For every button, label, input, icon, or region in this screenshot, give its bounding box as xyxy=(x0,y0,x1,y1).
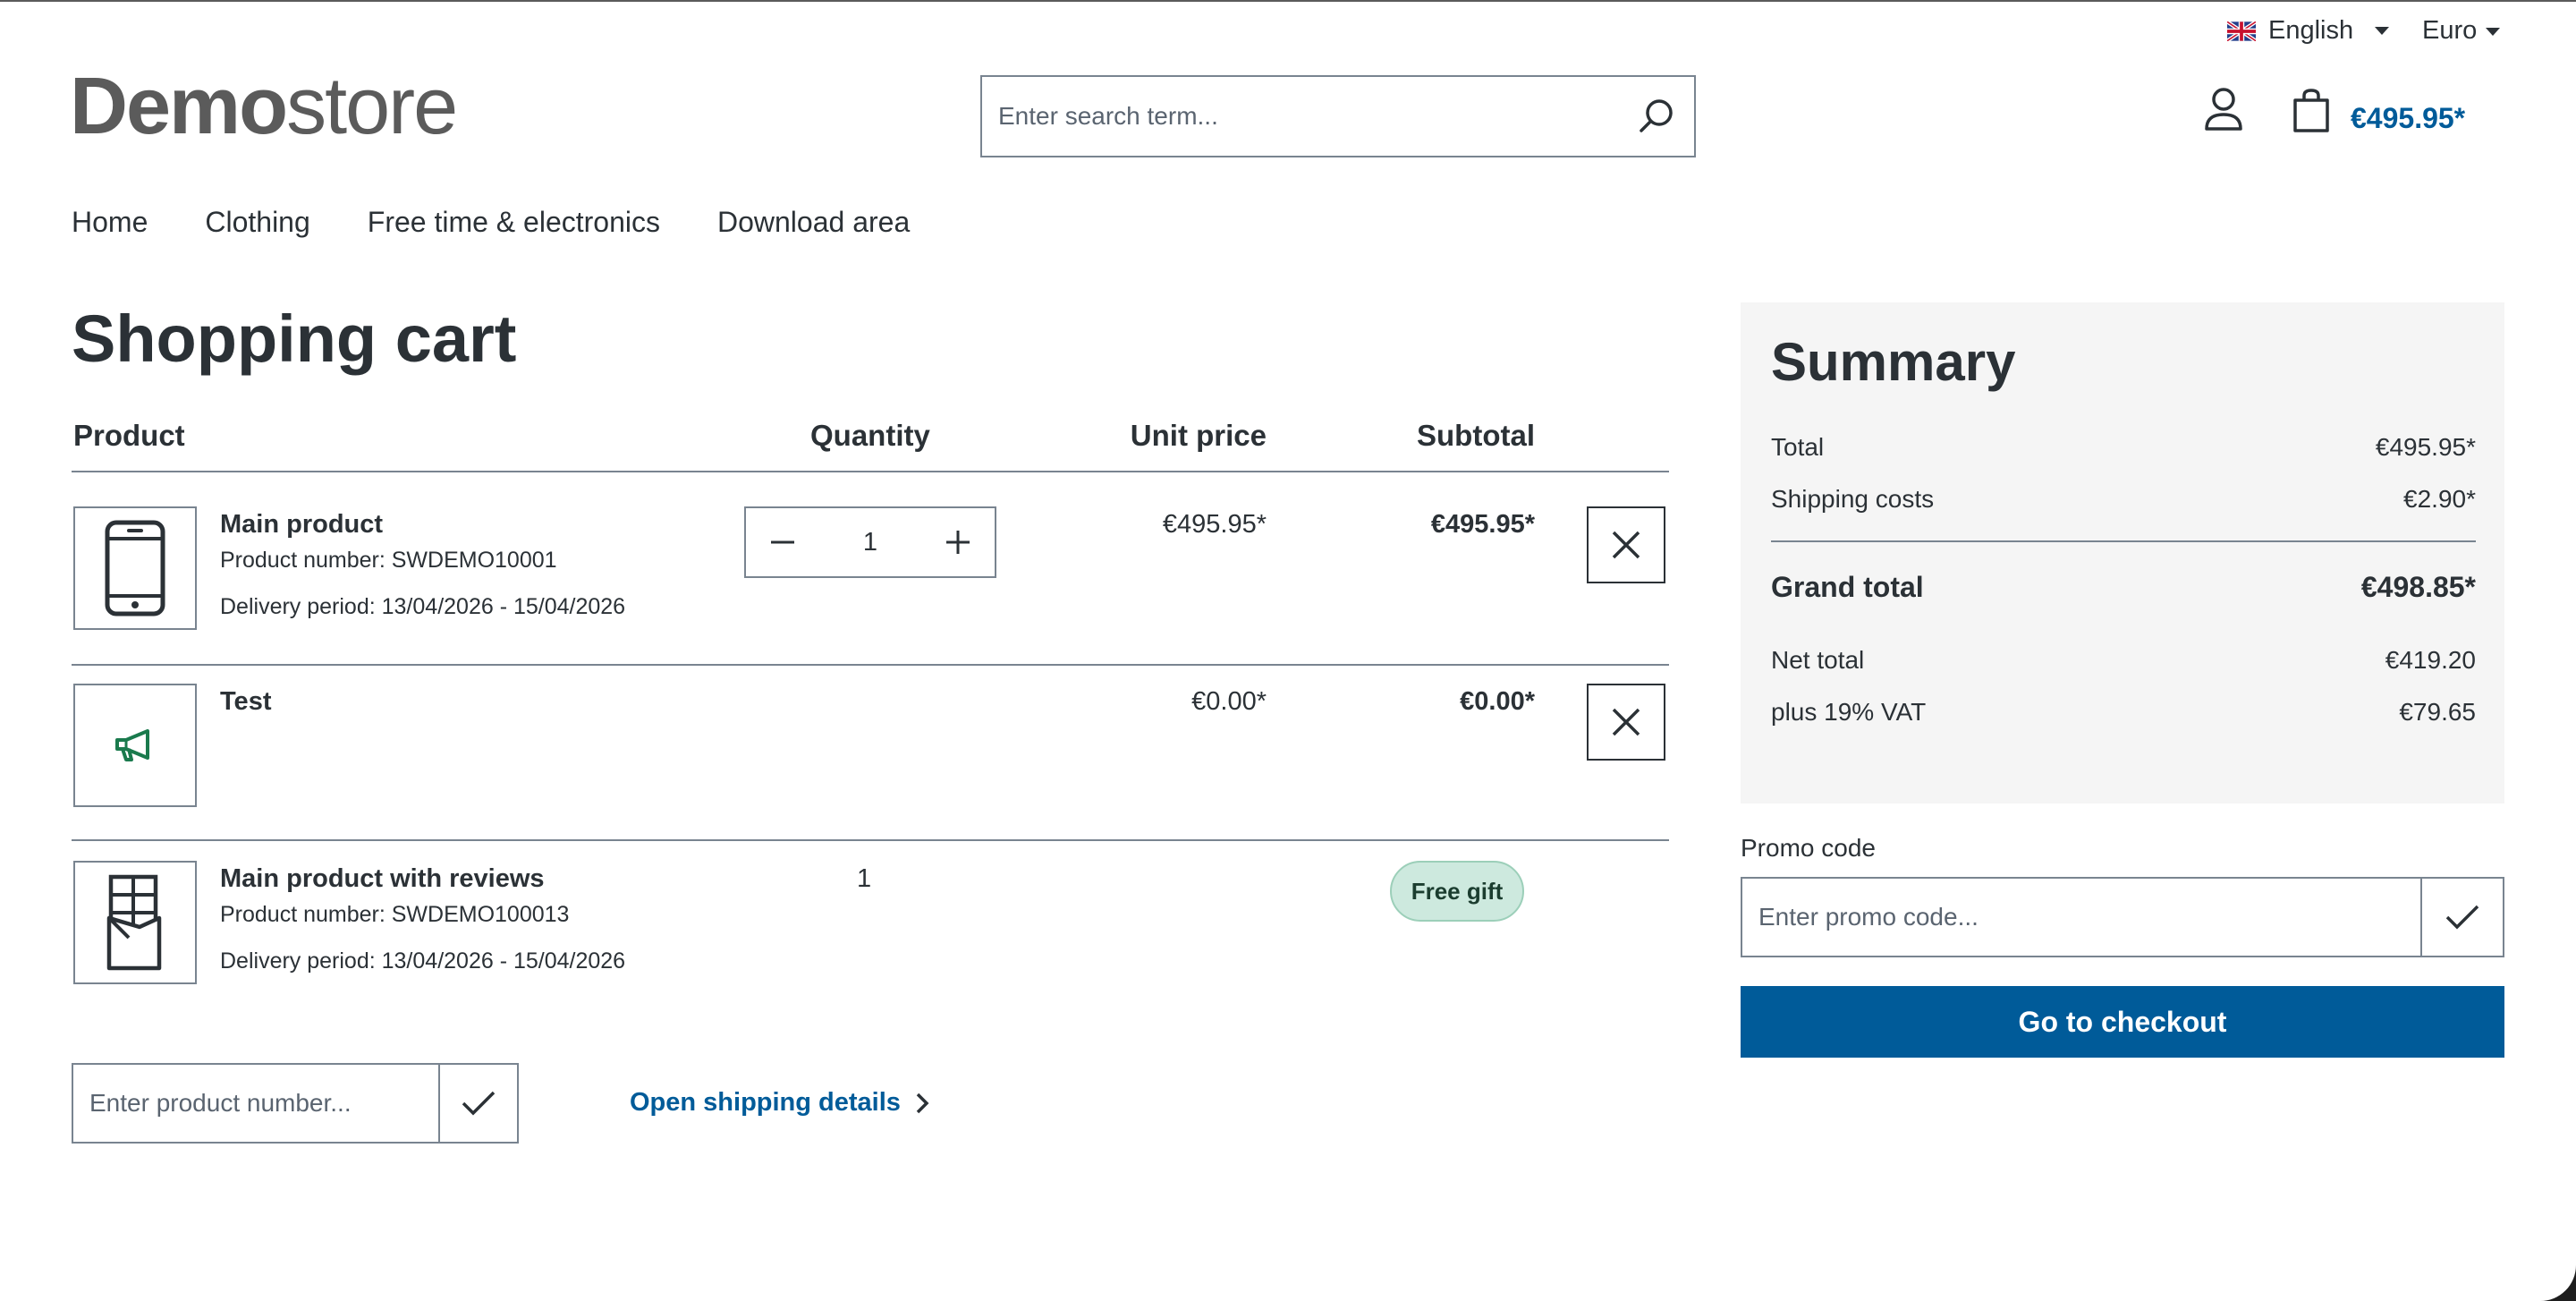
nav-item-home[interactable]: Home xyxy=(72,206,148,239)
language-selector[interactable]: English xyxy=(2227,16,2390,46)
close-icon xyxy=(1612,531,1640,559)
column-header-quantity: Quantity xyxy=(810,419,930,452)
shopping-bag-icon[interactable] xyxy=(2290,88,2333,134)
search-icon[interactable] xyxy=(1635,95,1678,138)
net-total-value: €419.20 xyxy=(2385,646,2476,674)
grand-total-value: €498.85* xyxy=(2360,571,2476,603)
column-header-unit-price: Unit price xyxy=(1130,419,1267,452)
remove-item-button[interactable] xyxy=(1587,506,1665,583)
close-icon xyxy=(1612,708,1640,736)
product-number: Product number: SWDEMO100013 xyxy=(220,902,570,927)
delivery-period: Delivery period: 13/04/2026 - 15/04/2026 xyxy=(220,594,626,619)
minus-icon[interactable] xyxy=(769,529,796,556)
unit-price: €0.00* xyxy=(1191,687,1267,716)
product-number-input[interactable] xyxy=(73,1065,439,1142)
page-title: Shopping cart xyxy=(72,302,517,376)
summary-grand-total-row: Grand total €498.85* xyxy=(1771,571,2476,604)
summary-net-row: Net total €419.20 xyxy=(1771,646,2476,675)
checkmark-icon xyxy=(2445,905,2479,930)
checkmark-icon xyxy=(462,1091,496,1116)
currency-label: Euro xyxy=(2422,16,2478,45)
go-to-checkout-button[interactable]: Go to checkout xyxy=(1741,986,2504,1058)
product-name[interactable]: Test xyxy=(220,687,271,717)
summary-shipping-label: Shipping costs xyxy=(1771,485,1935,513)
plus-icon[interactable] xyxy=(945,529,971,556)
column-header-product: Product xyxy=(73,419,185,452)
open-shipping-details-link[interactable]: Open shipping details xyxy=(630,1088,929,1118)
search-box xyxy=(980,75,1696,157)
nav-item-free-time-electronics[interactable]: Free time & electronics xyxy=(368,206,660,239)
apply-promo-button[interactable] xyxy=(2420,879,2503,956)
chocolate-bar-icon xyxy=(106,874,162,971)
main-navigation: Home Clothing Free time & electronics Do… xyxy=(72,206,910,239)
uk-flag-icon xyxy=(2227,21,2256,41)
cart-total[interactable]: €495.95* xyxy=(2351,102,2465,135)
product-thumbnail[interactable] xyxy=(73,684,197,807)
remove-item-button[interactable] xyxy=(1587,684,1665,761)
vat-value: €79.65 xyxy=(2399,698,2476,726)
product-thumbnail[interactable] xyxy=(73,861,197,984)
free-gift-badge: Free gift xyxy=(1390,861,1524,922)
nav-item-download-area[interactable]: Download area xyxy=(717,206,910,239)
product-thumbnail[interactable] xyxy=(73,506,197,630)
summary-total-label: Total xyxy=(1771,433,1825,461)
line-subtotal: €495.95* xyxy=(1430,510,1535,539)
header-divider xyxy=(72,471,1669,472)
summary-shipping-row: Shipping costs €2.90* xyxy=(1771,485,2476,514)
unit-price: €495.95* xyxy=(1162,510,1267,539)
account-icon[interactable] xyxy=(2202,86,2245,132)
row-divider xyxy=(72,664,1669,666)
store-logo[interactable]: Demostore xyxy=(70,66,458,147)
language-label: English xyxy=(2268,16,2354,45)
promo-code-input[interactable] xyxy=(1742,879,2421,956)
quantity-stepper: 1 xyxy=(744,506,996,578)
chevron-down-icon xyxy=(2486,27,2501,36)
quantity-value: 1 xyxy=(857,864,872,893)
promo-code-form xyxy=(1741,877,2504,957)
chevron-down-icon xyxy=(2375,27,2390,35)
megaphone-icon xyxy=(115,729,149,761)
column-header-subtotal: Subtotal xyxy=(1417,419,1535,452)
product-name[interactable]: Main product with reviews xyxy=(220,864,545,894)
summary-divider xyxy=(1771,540,2476,542)
shipping-link-label: Open shipping details xyxy=(630,1088,901,1117)
line-subtotal: €0.00* xyxy=(1460,687,1535,716)
grand-total-label: Grand total xyxy=(1771,571,1924,603)
summary-vat-row: plus 19% VAT €79.65 xyxy=(1771,698,2476,727)
product-name[interactable]: Main product xyxy=(220,510,383,540)
currency-selector[interactable]: Euro xyxy=(2422,16,2501,46)
top-border xyxy=(0,0,2576,2)
logo-light: store xyxy=(286,62,458,151)
quantity-value[interactable]: 1 xyxy=(863,528,877,557)
summary-title: Summary xyxy=(1771,332,2016,392)
smartphone-icon xyxy=(105,520,165,616)
summary-total-value: €495.95* xyxy=(2375,433,2476,461)
logo-bold: Demo xyxy=(70,62,288,151)
promo-code-label: Promo code xyxy=(1741,834,1876,862)
chevron-right-icon xyxy=(916,1093,929,1113)
summary-total-row: Total €495.95* xyxy=(1771,433,2476,462)
add-product-button[interactable] xyxy=(438,1065,517,1142)
row-divider xyxy=(72,839,1669,841)
vat-label: plus 19% VAT xyxy=(1771,698,1927,726)
nav-item-clothing[interactable]: Clothing xyxy=(205,206,309,239)
net-total-label: Net total xyxy=(1771,646,1865,674)
search-input[interactable] xyxy=(982,77,1623,156)
summary-shipping-value: €2.90* xyxy=(2403,485,2476,513)
delivery-period: Delivery period: 13/04/2026 - 15/04/2026 xyxy=(220,948,626,974)
add-product-form xyxy=(72,1063,519,1144)
product-number: Product number: SWDEMO10001 xyxy=(220,548,557,573)
